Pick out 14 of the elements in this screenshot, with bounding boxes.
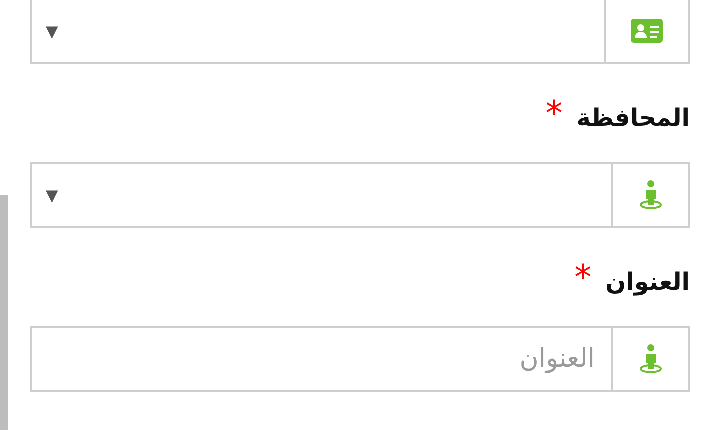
dropdown-arrow: ▼ bbox=[46, 22, 58, 40]
field-label: المحافظة bbox=[576, 104, 690, 132]
field-label: العنوان bbox=[606, 268, 690, 296]
input-field[interactable]: العنوان bbox=[30, 326, 690, 392]
dropdown-arrow: ▼ bbox=[46, 186, 58, 204]
required-mark: * bbox=[546, 97, 563, 131]
person-pin-icon bbox=[638, 180, 662, 210]
id-card-icon bbox=[631, 19, 663, 43]
scroll-bar[interactable] bbox=[0, 195, 8, 430]
text-input[interactable]: العنوان bbox=[46, 343, 597, 375]
required-mark: * bbox=[574, 261, 592, 295]
select-field[interactable]: ▼ bbox=[30, 162, 690, 228]
select-field[interactable]: ▼ bbox=[30, 0, 690, 64]
person-pin-icon bbox=[638, 344, 662, 374]
